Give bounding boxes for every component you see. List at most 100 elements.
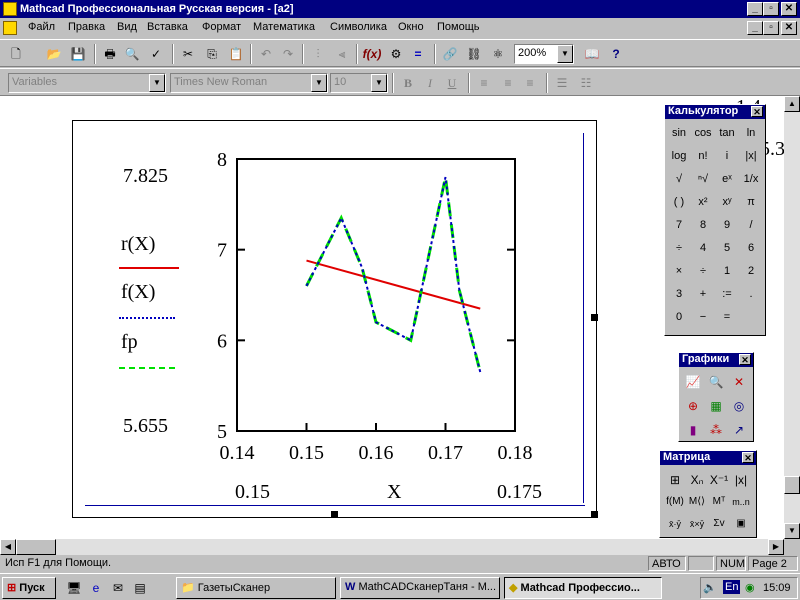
calculate-icon[interactable]: =: [408, 44, 428, 64]
channels-icon[interactable]: ▤: [130, 578, 150, 598]
calc-key[interactable]: ÷: [692, 260, 714, 282]
calc-key[interactable]: eˣ: [716, 168, 738, 190]
align-left-icon[interactable]: ≡: [474, 73, 494, 93]
legend-label-f[interactable]: f(X): [121, 281, 155, 304]
print-preview-icon[interactable]: 🔍: [122, 44, 142, 64]
hscroll-thumb[interactable]: [16, 539, 56, 555]
cut-icon[interactable]: ✂: [178, 44, 198, 64]
italic-button[interactable]: I: [420, 73, 440, 93]
calc-key[interactable]: ln: [740, 122, 762, 144]
menu-file[interactable]: Файл: [28, 21, 55, 33]
menu-help[interactable]: Помощь: [437, 21, 480, 33]
calc-key[interactable]: 8: [692, 214, 714, 236]
scroll-thumb[interactable]: [784, 476, 800, 494]
calc-key[interactable]: tan: [716, 122, 738, 144]
spell-check-icon[interactable]: ✓: [146, 44, 166, 64]
calc-key[interactable]: 7: [668, 214, 690, 236]
contour-plot-icon[interactable]: ◎: [728, 395, 750, 417]
font-select[interactable]: Times New Roman ▼: [170, 73, 328, 93]
align-center-icon[interactable]: ≡: [498, 73, 518, 93]
chevron-down-icon[interactable]: ▼: [149, 74, 165, 92]
task-word[interactable]: W MathCADСканерТаня - M...: [340, 577, 500, 599]
new-document-icon[interactable]: 🗋: [6, 44, 26, 64]
y-top-limit[interactable]: 7.825: [123, 165, 168, 188]
cross-product-icon[interactable]: x̄×ȳ: [686, 513, 708, 535]
doc-close-button[interactable]: ✕: [781, 21, 797, 35]
calc-key[interactable]: 3: [668, 283, 690, 305]
insert-hyperlink-icon[interactable]: 🔗: [440, 44, 460, 64]
open-folder-icon[interactable]: 📂: [44, 44, 64, 64]
chevron-down-icon[interactable]: ▼: [371, 74, 387, 92]
column-icon[interactable]: M⟨⟩: [686, 491, 708, 513]
menu-edit[interactable]: Правка: [68, 21, 105, 33]
calc-key[interactable]: log: [668, 145, 690, 167]
task-mathcad[interactable]: ◆ Mathcad Профессио...: [504, 577, 662, 599]
menu-math[interactable]: Математика: [253, 21, 315, 33]
scroll-right-icon[interactable]: ▶: [768, 539, 784, 555]
calc-key[interactable]: i: [716, 145, 738, 167]
doc-restore-button[interactable]: ▫: [763, 21, 779, 35]
calc-key[interactable]: |x|: [740, 145, 762, 167]
menu-symbolics[interactable]: Символика: [330, 21, 387, 33]
calc-key[interactable]: =: [716, 306, 738, 328]
calc-key[interactable]: 0: [668, 306, 690, 328]
resize-handle-bottom[interactable]: [331, 511, 338, 518]
calc-key[interactable]: cos: [692, 122, 714, 144]
calc-key[interactable]: n!: [692, 145, 714, 167]
minimize-button[interactable]: _: [747, 2, 763, 16]
save-disk-icon[interactable]: 💾: [68, 44, 88, 64]
task-gazety[interactable]: 📁 ГазетыСканер: [176, 577, 336, 599]
x-left-limit[interactable]: 0.15: [235, 481, 270, 504]
scroll-left-icon[interactable]: ◀: [0, 539, 16, 555]
chevron-down-icon[interactable]: ▼: [557, 45, 573, 63]
calc-key[interactable]: ÷: [668, 237, 690, 259]
calc-key[interactable]: −: [692, 306, 714, 328]
zoom-icon[interactable]: 🔍: [705, 371, 727, 393]
legend-label-r[interactable]: r(X): [121, 233, 155, 256]
menu-format[interactable]: Формат: [202, 21, 241, 33]
menu-insert[interactable]: Вставка: [147, 21, 188, 33]
calc-key[interactable]: xʸ: [716, 191, 738, 213]
bold-button[interactable]: B: [398, 73, 418, 93]
tray-app-icon[interactable]: ◉: [745, 581, 755, 594]
paste-icon[interactable]: 📋: [226, 44, 246, 64]
undo-icon[interactable]: ↶: [256, 44, 276, 64]
vertical-scrollbar[interactable]: ▲ ▼: [784, 96, 800, 539]
bullets-icon[interactable]: ☰: [552, 73, 572, 93]
calc-key[interactable]: +: [692, 283, 714, 305]
calc-key[interactable]: √: [668, 168, 690, 190]
calc-key[interactable]: .: [740, 283, 762, 305]
x-axis-variable[interactable]: X: [387, 481, 401, 504]
calculator-palette-title[interactable]: Калькулятор ✕: [665, 105, 765, 119]
insert-component-icon[interactable]: ⛓: [464, 44, 484, 64]
resize-handle-right[interactable]: [591, 314, 598, 321]
calc-key[interactable]: :=: [716, 283, 738, 305]
surface-plot-icon[interactable]: ▦: [705, 395, 727, 417]
style-select[interactable]: Variables ▼: [8, 73, 166, 93]
close-button[interactable]: ✕: [781, 2, 797, 16]
close-icon[interactable]: ✕: [742, 452, 754, 463]
calc-key[interactable]: 9: [716, 214, 738, 236]
start-button[interactable]: ⊞ Пуск: [2, 577, 56, 599]
menu-view[interactable]: Вид: [117, 21, 137, 33]
copy-icon[interactable]: ⎘: [202, 44, 222, 64]
calc-key[interactable]: 4: [692, 237, 714, 259]
resize-handle-corner[interactable]: [591, 511, 598, 518]
calc-key[interactable]: 1: [716, 260, 738, 282]
calc-key[interactable]: /: [740, 214, 762, 236]
trace-icon[interactable]: ✕: [728, 371, 750, 393]
insert-function-icon[interactable]: f(x): [362, 44, 382, 64]
y-bottom-limit[interactable]: 5.655: [123, 415, 168, 438]
redo-icon[interactable]: ↷: [278, 44, 298, 64]
align-right-icon[interactable]: ≡: [520, 73, 540, 93]
internet-explorer-icon[interactable]: e: [86, 578, 106, 598]
subscript-icon[interactable]: Xₙ: [686, 469, 708, 491]
dot-product-icon[interactable]: x̄·ȳ: [664, 513, 686, 535]
menu-window[interactable]: Окно: [398, 21, 424, 33]
vectorize-icon[interactable]: f(M): [664, 491, 686, 513]
polar-plot-icon[interactable]: ⊕: [682, 395, 704, 417]
inverse-icon[interactable]: X⁻¹: [708, 469, 730, 491]
determinant-icon[interactable]: |x|: [730, 469, 752, 491]
print-icon[interactable]: 🖶: [100, 44, 120, 64]
calc-key[interactable]: sin: [668, 122, 690, 144]
